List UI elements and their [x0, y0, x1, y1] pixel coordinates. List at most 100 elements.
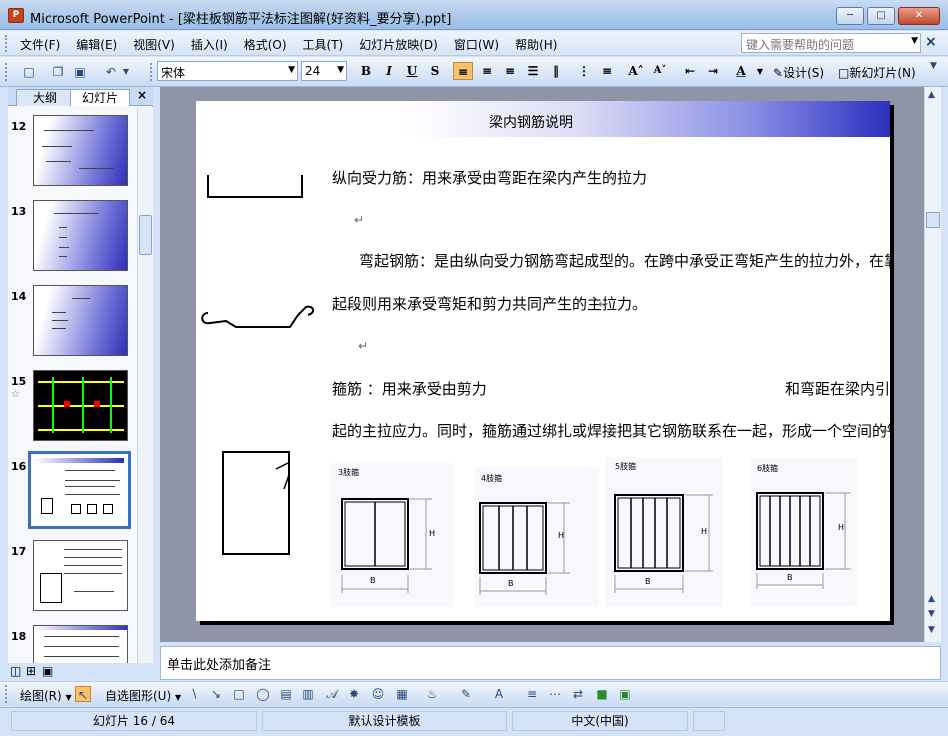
menu-window[interactable]: 窗口(W) — [446, 36, 507, 53]
scroll-down-icon[interactable]: ▼ — [928, 625, 935, 635]
arrow-style-icon[interactable]: ⇄ — [570, 686, 586, 702]
line-icon[interactable]: ∖ — [186, 686, 202, 702]
shadow-style-icon[interactable]: ■ — [594, 686, 610, 702]
status-template[interactable]: 默认设计模板 — [262, 711, 507, 731]
design-button[interactable]: ✎设计(S) — [773, 64, 824, 81]
scroll-up-icon[interactable]: ▲ — [928, 594, 935, 604]
normal-view-icon[interactable]: ◫ — [10, 664, 21, 678]
decrease-font-icon[interactable]: A˅ — [650, 62, 670, 80]
slide-thumbnail[interactable] — [33, 115, 128, 186]
slide-thumbnail[interactable] — [33, 285, 128, 356]
stirrup-diagram-3[interactable]: 3肢箍 H B — [330, 463, 454, 607]
font-size-select[interactable]: 24 ▼ — [301, 61, 347, 81]
3d-style-icon[interactable]: ▣ — [617, 686, 633, 702]
align-left-icon[interactable]: ≡ — [453, 62, 473, 80]
toolbar-grip-icon[interactable] — [150, 63, 154, 81]
powerpoint-app-icon[interactable]: P — [8, 8, 24, 23]
slide-text-line-4a[interactable]: 箍筋 ：用来承受由剪力 — [332, 378, 487, 399]
new-slide-button[interactable]: □新幻灯片(N) — [838, 64, 916, 81]
font-color-dropdown-icon[interactable]: ▼ — [750, 62, 770, 80]
toolbar-grip-icon[interactable] — [5, 63, 9, 81]
wordart-icon[interactable]: 𝒜 — [324, 686, 340, 702]
draw-menu-button[interactable]: 绘图(R) ▼ — [20, 687, 72, 704]
document-close-icon[interactable]: × — [925, 34, 937, 50]
text-direction-icon[interactable]: ‖ — [546, 62, 566, 80]
menu-format[interactable]: 格式(O) — [236, 36, 295, 53]
diagram-icon[interactable]: ✸ — [346, 686, 362, 702]
select-pointer-icon[interactable]: ↖ — [75, 686, 91, 702]
slide-thumbnail-selected[interactable] — [28, 451, 131, 529]
slide-thumbnail[interactable] — [33, 200, 128, 271]
menu-grip-icon[interactable] — [5, 35, 9, 52]
font-name-select[interactable]: 宋体 ▼ — [157, 61, 298, 81]
close-button[interactable]: ✕ — [898, 7, 940, 25]
line-color-icon[interactable]: ✎ — [458, 686, 474, 702]
bold-button[interactable]: B — [356, 62, 376, 80]
chevron-down-icon[interactable]: ▼ — [911, 36, 918, 46]
maximize-button[interactable]: □ — [867, 7, 895, 25]
italic-button[interactable]: I — [379, 62, 399, 80]
bullets-icon[interactable]: ≡ — [597, 62, 617, 80]
clipart-icon[interactable]: ☺ — [370, 686, 386, 702]
rectangle-icon[interactable]: □ — [231, 686, 247, 702]
undo-icon[interactable]: ↶ — [103, 64, 119, 80]
thumbnails-scrollbar[interactable] — [137, 107, 153, 663]
stirrup-diagram-4[interactable]: 4肢箍 H B — [475, 467, 599, 607]
tab-slides[interactable]: 幻灯片 — [70, 89, 130, 106]
vertical-textbox-icon[interactable]: ▥ — [300, 686, 316, 702]
arrow-icon[interactable]: ↘ — [208, 686, 224, 702]
increase-font-icon[interactable]: A˄ — [626, 62, 646, 80]
help-search-input[interactable]: 键入需要帮助的问题 ▼ — [741, 33, 921, 53]
slide-thumbnail[interactable] — [33, 625, 128, 663]
justify-icon[interactable]: ☰ — [523, 62, 543, 80]
scroll-up-icon[interactable]: ▲ — [928, 90, 935, 100]
align-center-icon[interactable]: ≡ — [477, 62, 497, 80]
menu-tools[interactable]: 工具(T) — [295, 36, 352, 53]
slide-text-line-4b[interactable]: 和弯距在梁内引 — [785, 378, 890, 399]
notes-pane[interactable]: 单击此处添加备注 — [160, 646, 941, 680]
toolbar-grip-icon[interactable] — [5, 685, 9, 703]
slide-sorter-icon[interactable]: ⊞ — [26, 664, 36, 678]
textbox-icon[interactable]: ▤ — [278, 686, 294, 702]
oval-icon[interactable]: ◯ — [255, 686, 271, 702]
autoshapes-menu-button[interactable]: 自选图形(U) ▼ — [105, 687, 181, 704]
undo-dropdown-icon[interactable]: ▼ — [118, 64, 134, 80]
dash-style-icon[interactable]: ⋯ — [547, 686, 563, 702]
font-color-icon[interactable]: A — [731, 62, 751, 80]
slide-text-line-1[interactable]: 纵向受力筋：用来承受由弯距在梁内产生的拉力 — [332, 167, 647, 188]
stirrup-diagram-6[interactable]: 6肢箍 H B — [751, 457, 857, 607]
toolbar-overflow-icon[interactable]: ▼ — [930, 61, 937, 71]
copy-icon[interactable]: ❐ — [50, 64, 66, 80]
slide-vertical-scrollbar[interactable]: ▲ ▲ ▼ ▼ — [924, 87, 941, 642]
new-document-icon[interactable]: □ — [21, 64, 37, 80]
menu-view[interactable]: 视图(V) — [125, 36, 183, 53]
pane-close-icon[interactable]: × — [137, 88, 147, 102]
menu-help[interactable]: 帮助(H) — [507, 36, 565, 53]
chevron-down-icon[interactable]: ▼ — [288, 65, 295, 75]
chevron-down-icon[interactable]: ▼ — [337, 65, 344, 75]
underline-button[interactable]: U — [402, 62, 422, 80]
shadow-button[interactable]: S — [425, 62, 445, 80]
align-right-icon[interactable]: ≡ — [500, 62, 520, 80]
slide-thumbnail[interactable] — [33, 540, 128, 611]
minimize-button[interactable]: ─ — [836, 7, 864, 25]
menu-file[interactable]: 文件(F) — [12, 36, 68, 53]
paste-icon[interactable]: ▣ — [72, 64, 88, 80]
tab-outline[interactable]: 大纲 — [16, 89, 74, 106]
font-color-icon[interactable]: A — [491, 686, 507, 702]
scroll-down-icon[interactable]: ▼ — [928, 609, 935, 619]
fill-color-icon[interactable]: ♨ — [424, 686, 440, 702]
menu-slideshow[interactable]: 幻灯片放映(D) — [351, 36, 446, 53]
stirrup-diagram-5[interactable]: 5肢箍 H B — [605, 457, 723, 607]
slideshow-icon[interactable]: ▣ — [42, 664, 53, 678]
slide-thumbnail[interactable] — [33, 370, 128, 441]
scrollbar-thumb[interactable] — [139, 215, 152, 255]
slide-text-line-5[interactable]: 起的主拉应力。同时，箍筋通过绑扎或焊接把其它钢筋联系在一起，形成一个空间的钢筋骨… — [332, 420, 890, 441]
scrollbar-thumb[interactable] — [926, 212, 940, 228]
line-style-icon[interactable]: ≡ — [524, 686, 540, 702]
menu-insert[interactable]: 插入(I) — [183, 36, 236, 53]
increase-indent-icon[interactable]: ⇥ — [703, 62, 723, 80]
decrease-indent-icon[interactable]: ⇤ — [680, 62, 700, 80]
picture-icon[interactable]: ▦ — [394, 686, 410, 702]
current-slide[interactable]: 梁内钢筋说明 纵向受力筋：用来承受由弯距在梁内产生的拉力 ↵ ↵ 弯起钢筋：是由… — [196, 101, 890, 621]
